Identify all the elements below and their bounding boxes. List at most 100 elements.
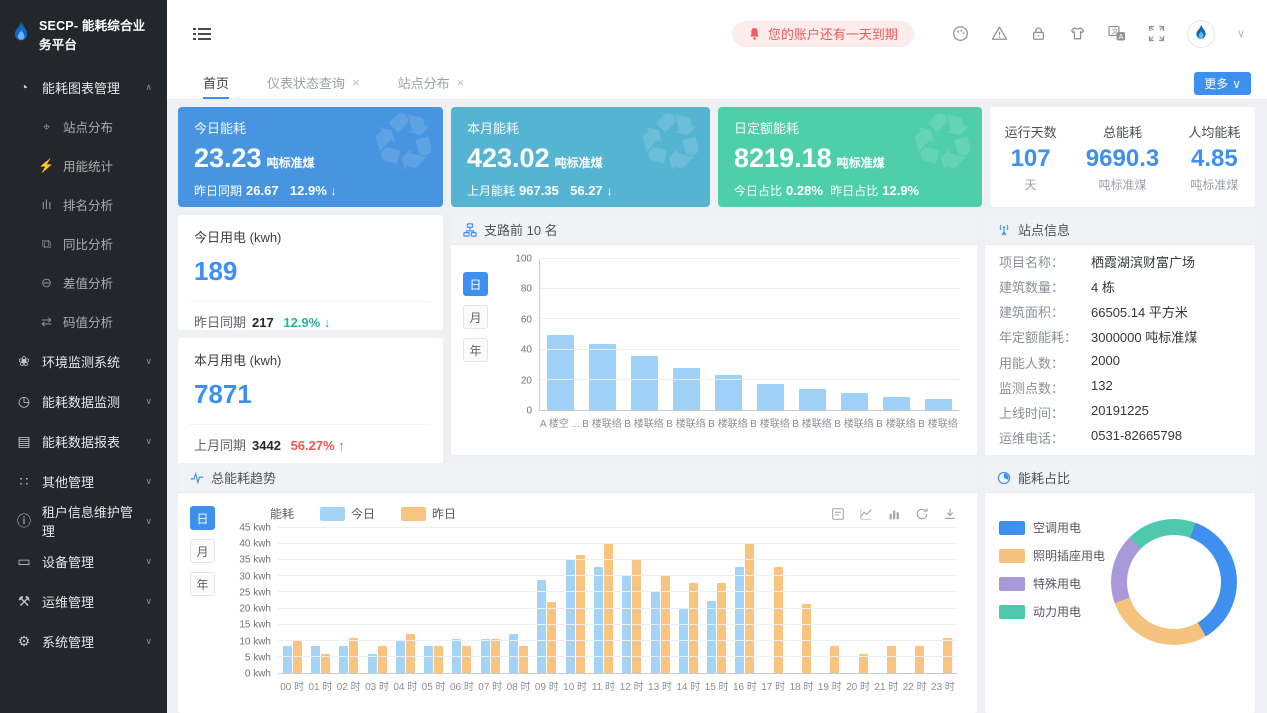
sidebar-item-energy-chart-mgmt[interactable]: ◔ 能耗图表管理 ∧ bbox=[0, 67, 167, 107]
panel-title: 站点信息 bbox=[1018, 220, 1070, 239]
sidebar-item-energy-data-monitor[interactable]: ◷ 能耗数据监测 ∨ bbox=[0, 381, 167, 421]
bars-icon: ılı bbox=[38, 197, 55, 212]
site-info-row: 监测点数：132 bbox=[999, 378, 1241, 397]
bell-icon bbox=[748, 27, 761, 41]
user-avatar[interactable] bbox=[1187, 20, 1215, 48]
sidebar-item-device-mgmt[interactable]: ▭ 设备管理 ∨ bbox=[0, 541, 167, 581]
arrow-down-icon: ↓ bbox=[607, 184, 613, 198]
legend-special[interactable]: 特殊用电 bbox=[999, 575, 1105, 592]
sidebar-item-energy-report[interactable]: ▤ 能耗数据报表 ∨ bbox=[0, 421, 167, 461]
energy-trend-panel: 总能耗趋势 日 月 年 能耗 今日 昨日 bbox=[178, 463, 977, 713]
tab-close-icon[interactable]: × bbox=[457, 75, 465, 90]
tab-site-distribution[interactable]: 站点分布 × bbox=[398, 67, 465, 99]
panel-title: 总能耗趋势 bbox=[211, 468, 276, 487]
gauge-icon: ◷ bbox=[15, 393, 33, 410]
dashboard-content: 今日能耗 23.23吨标准煤 昨日同期26.67 12.9%↓ ♻ 本月能耗 4… bbox=[167, 100, 1267, 713]
legend-hvac[interactable]: 空调用电 bbox=[999, 519, 1105, 536]
refresh-icon[interactable] bbox=[915, 507, 929, 521]
sidebar-item-site-distribution[interactable]: ⌖ 站点分布 bbox=[0, 107, 167, 146]
sidebar-item-diff-analysis[interactable]: ⊖ 差值分析 bbox=[0, 263, 167, 302]
data-view-icon[interactable] bbox=[831, 507, 845, 521]
energy-share-donut-chart bbox=[1111, 519, 1237, 645]
legend-yesterday[interactable]: 昨日 bbox=[401, 505, 456, 522]
swap-arrows-icon: ⇄ bbox=[38, 314, 55, 330]
site-info-list: 项目名称：栖霞湖滨财富广场 建筑数量：4 栋 建筑面积：66505.14 平方米… bbox=[985, 245, 1255, 454]
recycle-watermark-icon: ♻ bbox=[628, 107, 710, 188]
flame-logo-icon bbox=[10, 22, 32, 46]
more-button[interactable]: 更多 ∨ bbox=[1194, 72, 1251, 95]
stat-per-capita-energy: 人均能耗 4.85 吨标准煤 bbox=[1188, 122, 1240, 193]
sidebar-item-other-mgmt[interactable]: ∷ 其他管理 ∨ bbox=[0, 461, 167, 501]
kpi-card-month-energy: 本月能耗 423.02吨标准煤 上月能耗967.35 56.27↓ ♻ bbox=[451, 107, 710, 207]
collapse-menu-icon[interactable] bbox=[193, 26, 211, 42]
palette-icon[interactable] bbox=[952, 25, 969, 42]
lightning-icon: ⚡ bbox=[38, 158, 55, 174]
legend-today[interactable]: 今日 bbox=[320, 505, 375, 522]
energy-trend-chart: 0 kwh5 kwh10 kwh15 kwh20 kwh25 kwh30 kwh… bbox=[234, 528, 957, 693]
sidebar-item-tenant-mgmt[interactable]: ⓘ 租户信息维护管理 ∨ bbox=[0, 501, 167, 541]
panel-title: 本月用电 (kwh) bbox=[194, 350, 427, 369]
toggle-year[interactable]: 年 bbox=[463, 338, 488, 362]
panel-title: 能耗占比 bbox=[1018, 468, 1070, 487]
donut-hole bbox=[1127, 535, 1221, 629]
site-info-row: 用能人数：2000 bbox=[999, 353, 1241, 372]
sidebar-item-system-mgmt[interactable]: ⚙ 系统管理 ∨ bbox=[0, 621, 167, 661]
y-axis-title: 能耗 bbox=[270, 505, 294, 522]
branch-top10-panel: 支路前 10 名 日 月 年 020406080100 A 楼空 ...B 楼联… bbox=[451, 215, 977, 455]
site-info-row: 建筑数量：4 栋 bbox=[999, 277, 1241, 296]
site-info-row: 项目名称：栖霞湖滨财富广场 bbox=[999, 252, 1241, 271]
legend-power[interactable]: 动力用电 bbox=[999, 603, 1105, 620]
sidebar-item-yoy-analysis[interactable]: ⧉ 同比分析 bbox=[0, 224, 167, 263]
toggle-month[interactable]: 月 bbox=[190, 539, 215, 563]
sidebar-item-ranking-analysis[interactable]: ılı 排名分析 bbox=[0, 185, 167, 224]
branch-period-toggles: 日 月 年 bbox=[463, 272, 488, 362]
pie-clock-icon bbox=[997, 471, 1011, 485]
toggle-month[interactable]: 月 bbox=[463, 305, 488, 329]
toggle-day[interactable]: 日 bbox=[190, 506, 215, 530]
app-title: SECP- 能耗综合业务平台 bbox=[39, 15, 157, 53]
arrow-down-icon: ↓ bbox=[324, 315, 331, 330]
sidebar-item-env-monitor[interactable]: ❀ 环境监测系统 ∨ bbox=[0, 341, 167, 381]
arrow-up-icon: ↑ bbox=[338, 438, 345, 453]
trend-period-toggles: 日 月 年 bbox=[190, 506, 215, 596]
site-info-row: 建筑面积：66505.14 平方米 bbox=[999, 302, 1241, 321]
pie-legend: 空调用电 照明插座用电 特殊用电 动力用电 bbox=[999, 519, 1105, 620]
trend-legend: 今日 昨日 bbox=[320, 505, 456, 522]
app-logo: SECP- 能耗综合业务平台 bbox=[0, 0, 167, 67]
antenna-icon bbox=[997, 223, 1011, 237]
toggle-day[interactable]: 日 bbox=[463, 272, 488, 296]
fullscreen-icon[interactable] bbox=[1148, 25, 1165, 42]
top-header: 您的账户还有一天到期 文A ∨ bbox=[167, 0, 1267, 67]
account-expiry-alert[interactable]: 您的账户还有一天到期 bbox=[732, 21, 914, 47]
svg-text:A: A bbox=[1119, 34, 1124, 41]
site-info-panel: 站点信息 项目名称：栖霞湖滨财富广场 建筑数量：4 栋 建筑面积：66505.1… bbox=[985, 215, 1255, 455]
info-icon: ⓘ bbox=[15, 511, 33, 531]
grid-icon: ∷ bbox=[15, 473, 33, 490]
legend-lighting[interactable]: 照明插座用电 bbox=[999, 547, 1105, 564]
warning-icon[interactable] bbox=[991, 25, 1008, 42]
tab-close-icon[interactable]: × bbox=[352, 75, 360, 90]
sidebar-item-code-analysis[interactable]: ⇄ 码值分析 bbox=[0, 302, 167, 341]
tab-meter-status[interactable]: 仪表状态查询 × bbox=[267, 67, 360, 99]
chart-toolbar bbox=[831, 507, 957, 521]
skin-icon[interactable] bbox=[1069, 25, 1086, 42]
sidebar-item-energy-stats[interactable]: ⚡ 用能统计 bbox=[0, 146, 167, 185]
panel-title: 今日用电 (kwh) bbox=[194, 227, 427, 246]
pie-chart-icon: ◔ bbox=[15, 79, 33, 95]
bar-chart-icon[interactable] bbox=[887, 507, 901, 521]
chevron-down-icon[interactable]: ∨ bbox=[1237, 27, 1245, 40]
tab-bar: 首页 仪表状态查询 × 站点分布 × 更多 ∨ bbox=[167, 67, 1267, 100]
line-chart-icon[interactable] bbox=[859, 507, 873, 521]
sidebar-item-ops-mgmt[interactable]: ⚒ 运维管理 ∨ bbox=[0, 581, 167, 621]
antenna-icon: ⌖ bbox=[38, 119, 55, 135]
toggle-year[interactable]: 年 bbox=[190, 572, 215, 596]
tab-home[interactable]: 首页 bbox=[203, 67, 229, 99]
lock-icon[interactable] bbox=[1030, 25, 1047, 42]
translate-icon[interactable]: 文A bbox=[1108, 25, 1126, 42]
kpi-card-today-energy: 今日能耗 23.23吨标准煤 昨日同期26.67 12.9%↓ ♻ bbox=[178, 107, 443, 207]
energy-share-panel: 能耗占比 空调用电 照明插座用电 特殊用电 动力用电 bbox=[985, 463, 1255, 713]
overlap-squares-icon: ⧉ bbox=[38, 236, 55, 252]
gear-icon: ⚙ bbox=[15, 633, 33, 650]
nodes-icon: ⚒ bbox=[15, 593, 33, 610]
download-icon[interactable] bbox=[943, 507, 957, 521]
